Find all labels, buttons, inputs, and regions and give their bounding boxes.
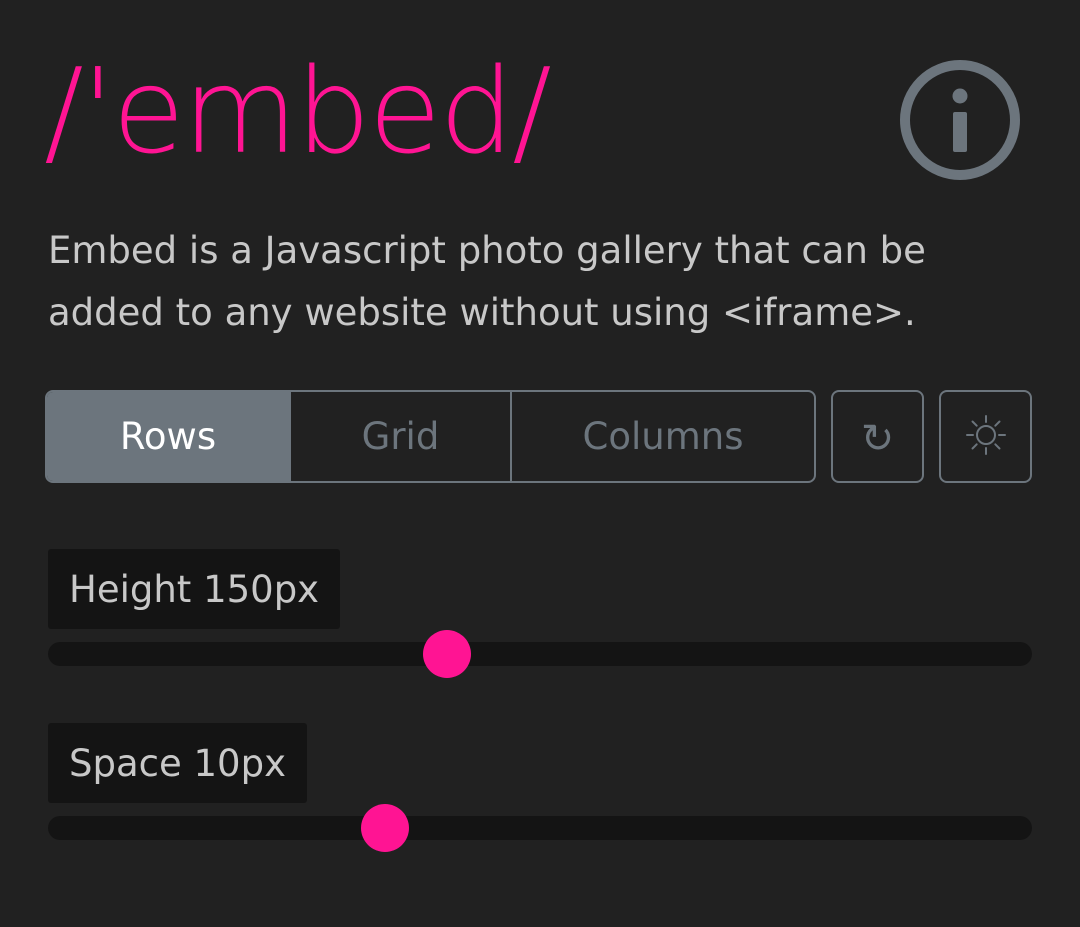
app-description: Embed is a Javascript photo gallery that… [48, 229, 926, 334]
height-label: Height 150px [48, 549, 341, 629]
tab-rows[interactable]: Rows [47, 392, 289, 481]
tab-grid[interactable]: Grid [289, 392, 510, 481]
embed-demo-panel: /'embed/ Embed is a Javascript photo gal… [0, 0, 1080, 927]
refresh-button[interactable]: ↻ [831, 390, 924, 483]
space-slider[interactable] [48, 804, 1032, 852]
info-button[interactable] [900, 60, 1020, 180]
info-circle-icon [900, 60, 1020, 180]
space-label: Space 10px [48, 723, 307, 803]
layout-mode-selector: Rows Grid Columns [45, 390, 816, 483]
sun-icon [965, 414, 1007, 459]
theme-toggle-button[interactable] [939, 390, 1032, 483]
app-logo: /'embed/ [44, 42, 552, 180]
space-slider-thumb[interactable] [360, 804, 409, 852]
height-slider[interactable] [48, 630, 1032, 678]
height-slider-thumb[interactable] [422, 630, 471, 678]
tab-columns[interactable]: Columns [510, 392, 814, 481]
refresh-icon: ↻ [860, 415, 895, 462]
